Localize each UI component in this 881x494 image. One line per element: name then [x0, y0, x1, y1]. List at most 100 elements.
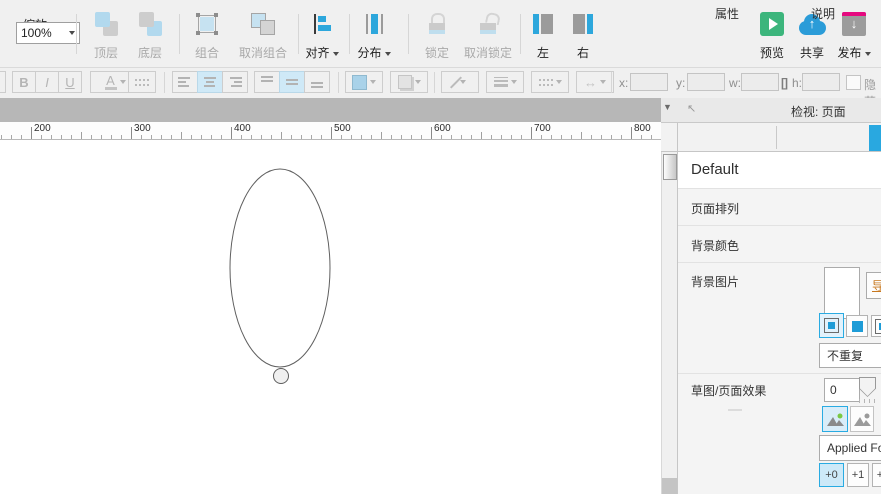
w-input[interactable]	[741, 73, 779, 91]
align-text-top-button[interactable]	[254, 71, 280, 93]
left-bar-icon	[532, 14, 554, 34]
right-bar-icon	[572, 14, 594, 34]
ungroup-icon	[251, 12, 275, 36]
group-button[interactable]: 组合	[186, 10, 228, 62]
sketch-font-select[interactable]: Applied For	[819, 435, 881, 461]
align-button[interactable]: 对齐	[300, 10, 344, 62]
chevron-down-icon	[865, 52, 871, 56]
shadow-icon	[398, 75, 412, 89]
design-canvas[interactable]	[0, 140, 661, 494]
chevron-down-icon	[120, 80, 126, 84]
underline-button[interactable]: U	[58, 71, 82, 93]
sketch-amount-input[interactable]	[824, 378, 860, 402]
bold-button[interactable]: B	[12, 71, 36, 93]
chevron-down-icon	[333, 52, 339, 56]
font-size-plus2-button[interactable]: +2	[872, 463, 881, 487]
align-square-icon	[824, 318, 839, 333]
horizontal-ruler: 200 300 400 500 600 700 800	[0, 122, 661, 140]
mountain-color-icon	[827, 413, 844, 426]
tab-partial[interactable]	[869, 125, 881, 151]
align-left-edge-button[interactable]: 左	[527, 10, 559, 62]
bring-to-front-button[interactable]: 顶层	[86, 10, 126, 62]
ruler-label: 500	[334, 123, 351, 134]
section-page-align[interactable]: 页面排列	[678, 189, 881, 226]
unlock-button[interactable]: 取消锁定	[457, 10, 519, 62]
format-toolbar: B I U A	[0, 68, 881, 99]
y-input[interactable]	[687, 73, 725, 91]
scrollbar-bottom-cap[interactable]	[662, 478, 677, 494]
align-text-left-button[interactable]	[172, 71, 198, 93]
send-to-back-icon	[137, 12, 163, 36]
valign-middle-icon	[285, 76, 299, 88]
chevron-down-icon	[385, 52, 391, 56]
font-size-plus0-button[interactable]: +0	[819, 463, 844, 487]
ruler-label: 300	[134, 123, 151, 134]
line-style-button[interactable]	[531, 71, 569, 93]
tab-properties[interactable]: 属性	[678, 0, 776, 28]
connector-dot[interactable]	[274, 369, 289, 384]
unlock-icon	[478, 13, 498, 35]
ungroup-button[interactable]: 取消组合	[232, 10, 294, 62]
fill-color-button[interactable]	[345, 71, 383, 93]
color-image-effect-button[interactable]	[822, 406, 848, 432]
y-label: y:	[676, 76, 685, 90]
toolbar-button-partial[interactable]	[0, 71, 6, 93]
align-center-icon	[203, 76, 217, 88]
gray-image-effect-button[interactable]	[850, 406, 874, 432]
h-label: h:	[792, 76, 802, 90]
distribute-button[interactable]: 分布	[352, 10, 396, 62]
scrollbar-thumb[interactable]	[663, 154, 677, 180]
align-text-right-button[interactable]	[222, 71, 248, 93]
section-bg-color[interactable]: 背景颜色	[678, 226, 881, 263]
line-color-button[interactable]	[441, 71, 479, 93]
italic-button[interactable]: I	[35, 71, 59, 93]
align-square-icon	[852, 321, 863, 332]
toolbar-divider	[520, 14, 521, 54]
align-icon	[311, 14, 333, 34]
zoom-select[interactable]: 100%	[16, 22, 80, 44]
expand-panel-icon[interactable]: ↖	[687, 102, 696, 115]
ruler-label: 200	[34, 123, 51, 134]
bullet-list-button[interactable]	[128, 71, 156, 93]
align-text-bottom-button[interactable]	[304, 71, 330, 93]
tab-notes[interactable]: 说明	[777, 0, 869, 28]
toolbar-divider	[338, 72, 339, 93]
chevron-down-icon	[511, 80, 517, 84]
font-size-plus1-button[interactable]: +1	[847, 463, 869, 487]
x-input[interactable]	[630, 73, 668, 91]
slider-tick-marks	[859, 399, 878, 403]
arrow-style-icon: ↔	[584, 75, 597, 90]
bg-align-center-button[interactable]	[846, 315, 868, 337]
lock-button[interactable]: 锁定	[417, 10, 457, 62]
page-name-row: Default	[678, 152, 881, 189]
chevron-down-icon	[600, 80, 606, 84]
bg-repeat-select[interactable]: 不重复	[819, 343, 881, 368]
import-image-button[interactable]: 导入	[866, 272, 881, 299]
wh-link-icon[interactable]: []	[781, 76, 787, 90]
send-to-back-button[interactable]: 底层	[130, 10, 170, 62]
collapse-panel-icon[interactable]: ▼	[663, 102, 672, 112]
chevron-down-icon	[370, 80, 376, 84]
chevron-down-icon	[460, 80, 466, 84]
h-input[interactable]	[802, 73, 840, 91]
toolbar-divider	[76, 14, 77, 54]
bg-align-top-left-button[interactable]	[819, 313, 844, 338]
ellipse-shape[interactable]	[0, 140, 661, 494]
align-right-icon	[228, 76, 242, 88]
arrow-style-button[interactable]: ↔	[576, 71, 614, 93]
shadow-button[interactable]	[390, 71, 428, 93]
align-text-middle-button[interactable]	[279, 71, 305, 93]
align-text-center-button[interactable]	[197, 71, 223, 93]
chevron-down-icon	[415, 80, 421, 84]
toolbar-divider	[434, 72, 435, 93]
font-color-letter: A	[106, 75, 115, 86]
hidden-checkbox[interactable]	[846, 75, 861, 90]
bg-align-right-button[interactable]	[871, 315, 881, 337]
section-sub-dash	[728, 409, 742, 411]
bg-image-swatch[interactable]	[824, 267, 860, 319]
ruler-label: 600	[434, 123, 451, 134]
fill-color-swatch-icon	[352, 75, 367, 90]
toolbar-divider	[611, 72, 612, 93]
align-right-edge-button[interactable]: 右	[567, 10, 599, 62]
line-width-button[interactable]	[486, 71, 524, 93]
